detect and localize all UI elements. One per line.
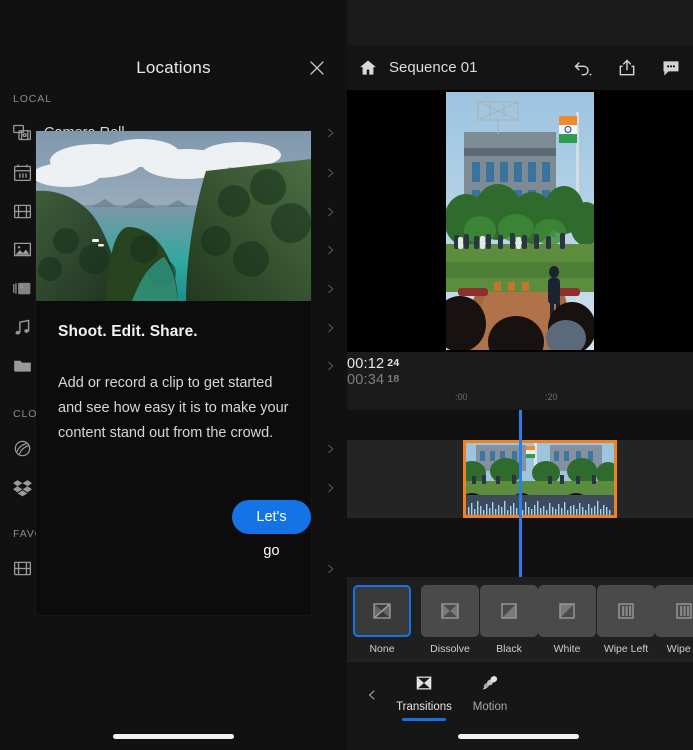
transition-option-dissolve[interactable]: Dissolve (421, 585, 479, 655)
page-title: Locations (136, 58, 211, 77)
transition-option-black[interactable]: Black (480, 585, 538, 655)
transition-label: White (553, 643, 581, 655)
audio-waveform (466, 495, 614, 515)
tab-active-indicator (402, 718, 446, 721)
chevron-left-icon[interactable] (357, 680, 387, 710)
chevron-right-icon (313, 192, 347, 231)
transition-option-wipe-left[interactable]: Wipe Left (597, 585, 655, 655)
transition-option-none[interactable]: None (353, 585, 411, 655)
chevron-right-icon (313, 269, 347, 308)
share-export-icon[interactable] (605, 45, 649, 90)
clip-thumbnails (466, 443, 614, 515)
onboarding-modal: Shoot. Edit. Share. Add or record a clip… (36, 131, 311, 615)
no-transition-icon (353, 585, 411, 637)
chevron-right-icon (313, 308, 347, 347)
tab-active-indicator (468, 718, 512, 721)
timecode-display: 00:12 24 00:34 18 (347, 356, 487, 388)
home-indicator-right (458, 734, 579, 739)
chevron-right-icon (313, 549, 347, 588)
lets-go-button[interactable]: Let's go (232, 500, 311, 559)
tab-transitions[interactable]: Transitions (389, 670, 459, 721)
preview-video-frame (446, 92, 594, 350)
left-phone-screen: Locations LOCAL CLOUD FAVORITES Camera R… (0, 0, 347, 750)
transition-label: Black (496, 643, 522, 655)
chevron-right-icon (313, 346, 347, 385)
dip-to-white-icon (538, 585, 596, 637)
transition-label: Wipe R (666, 643, 693, 655)
home-icon[interactable] (347, 58, 389, 78)
transition-option-wipe-right[interactable]: Wipe R (655, 585, 693, 655)
close-icon[interactable] (303, 54, 331, 82)
tab-motion[interactable]: Motion (455, 670, 525, 721)
transitions-icon (414, 670, 434, 696)
timeline-track-area[interactable] (347, 410, 693, 577)
duration-timecode: 00:34 18 (347, 372, 400, 388)
wipe-right-icon (655, 585, 693, 637)
onboarding-title: Shoot. Edit. Share. (58, 323, 198, 340)
ruler-tick: :20 (545, 392, 558, 402)
onboarding-hero-image (36, 131, 311, 301)
right-phone-screen: Sequence 01 00:12 24 00:34 18:00:20 No… (347, 0, 693, 750)
chevron-right-icon (313, 468, 347, 507)
app-screenshot: Locations LOCAL CLOUD FAVORITES Camera R… (0, 0, 693, 750)
sequence-title[interactable]: Sequence 01 (389, 59, 561, 76)
transitions-strip[interactable]: None Dissolve Black White Wipe Left Wipe (347, 577, 693, 661)
onboarding-description: Add or record a clip to get started and … (58, 375, 289, 441)
tab-label: Transitions (396, 701, 452, 713)
comment-icon[interactable] (649, 45, 693, 90)
timeline-playhead[interactable] (519, 410, 522, 577)
undo-icon[interactable] (561, 45, 605, 90)
timeline-clip[interactable] (463, 440, 617, 518)
chevron-right-icon (313, 113, 347, 152)
wipe-left-icon (597, 585, 655, 637)
transition-label: Dissolve (430, 643, 470, 655)
editor-topbar: Sequence 01 (347, 45, 693, 90)
preview-monitor[interactable] (347, 90, 693, 352)
tab-label: Motion (472, 701, 508, 713)
dissolve-icon (421, 585, 479, 637)
dip-to-black-icon (480, 585, 538, 637)
home-indicator-left (113, 734, 234, 739)
transition-option-white[interactable]: White (538, 585, 596, 655)
transition-label: Wipe Left (603, 643, 649, 655)
onboarding-body: Shoot. Edit. Share. Add or record a clip… (36, 301, 311, 615)
current-frames: 24 (387, 357, 400, 369)
duration-frames: 18 (387, 373, 400, 385)
section-header-local: LOCAL (13, 93, 52, 105)
motion-icon (480, 670, 500, 696)
timeline-ruler[interactable]: :00 :20 (347, 392, 693, 410)
transition-label: None (369, 643, 395, 655)
ruler-tick: :00 (455, 392, 468, 402)
locations-header: Locations (0, 45, 347, 90)
chevron-right-icon (313, 429, 347, 468)
chevron-right-icon (313, 153, 347, 192)
chevron-right-icon (313, 230, 347, 269)
current-timecode: 00:12 24 (347, 356, 400, 372)
